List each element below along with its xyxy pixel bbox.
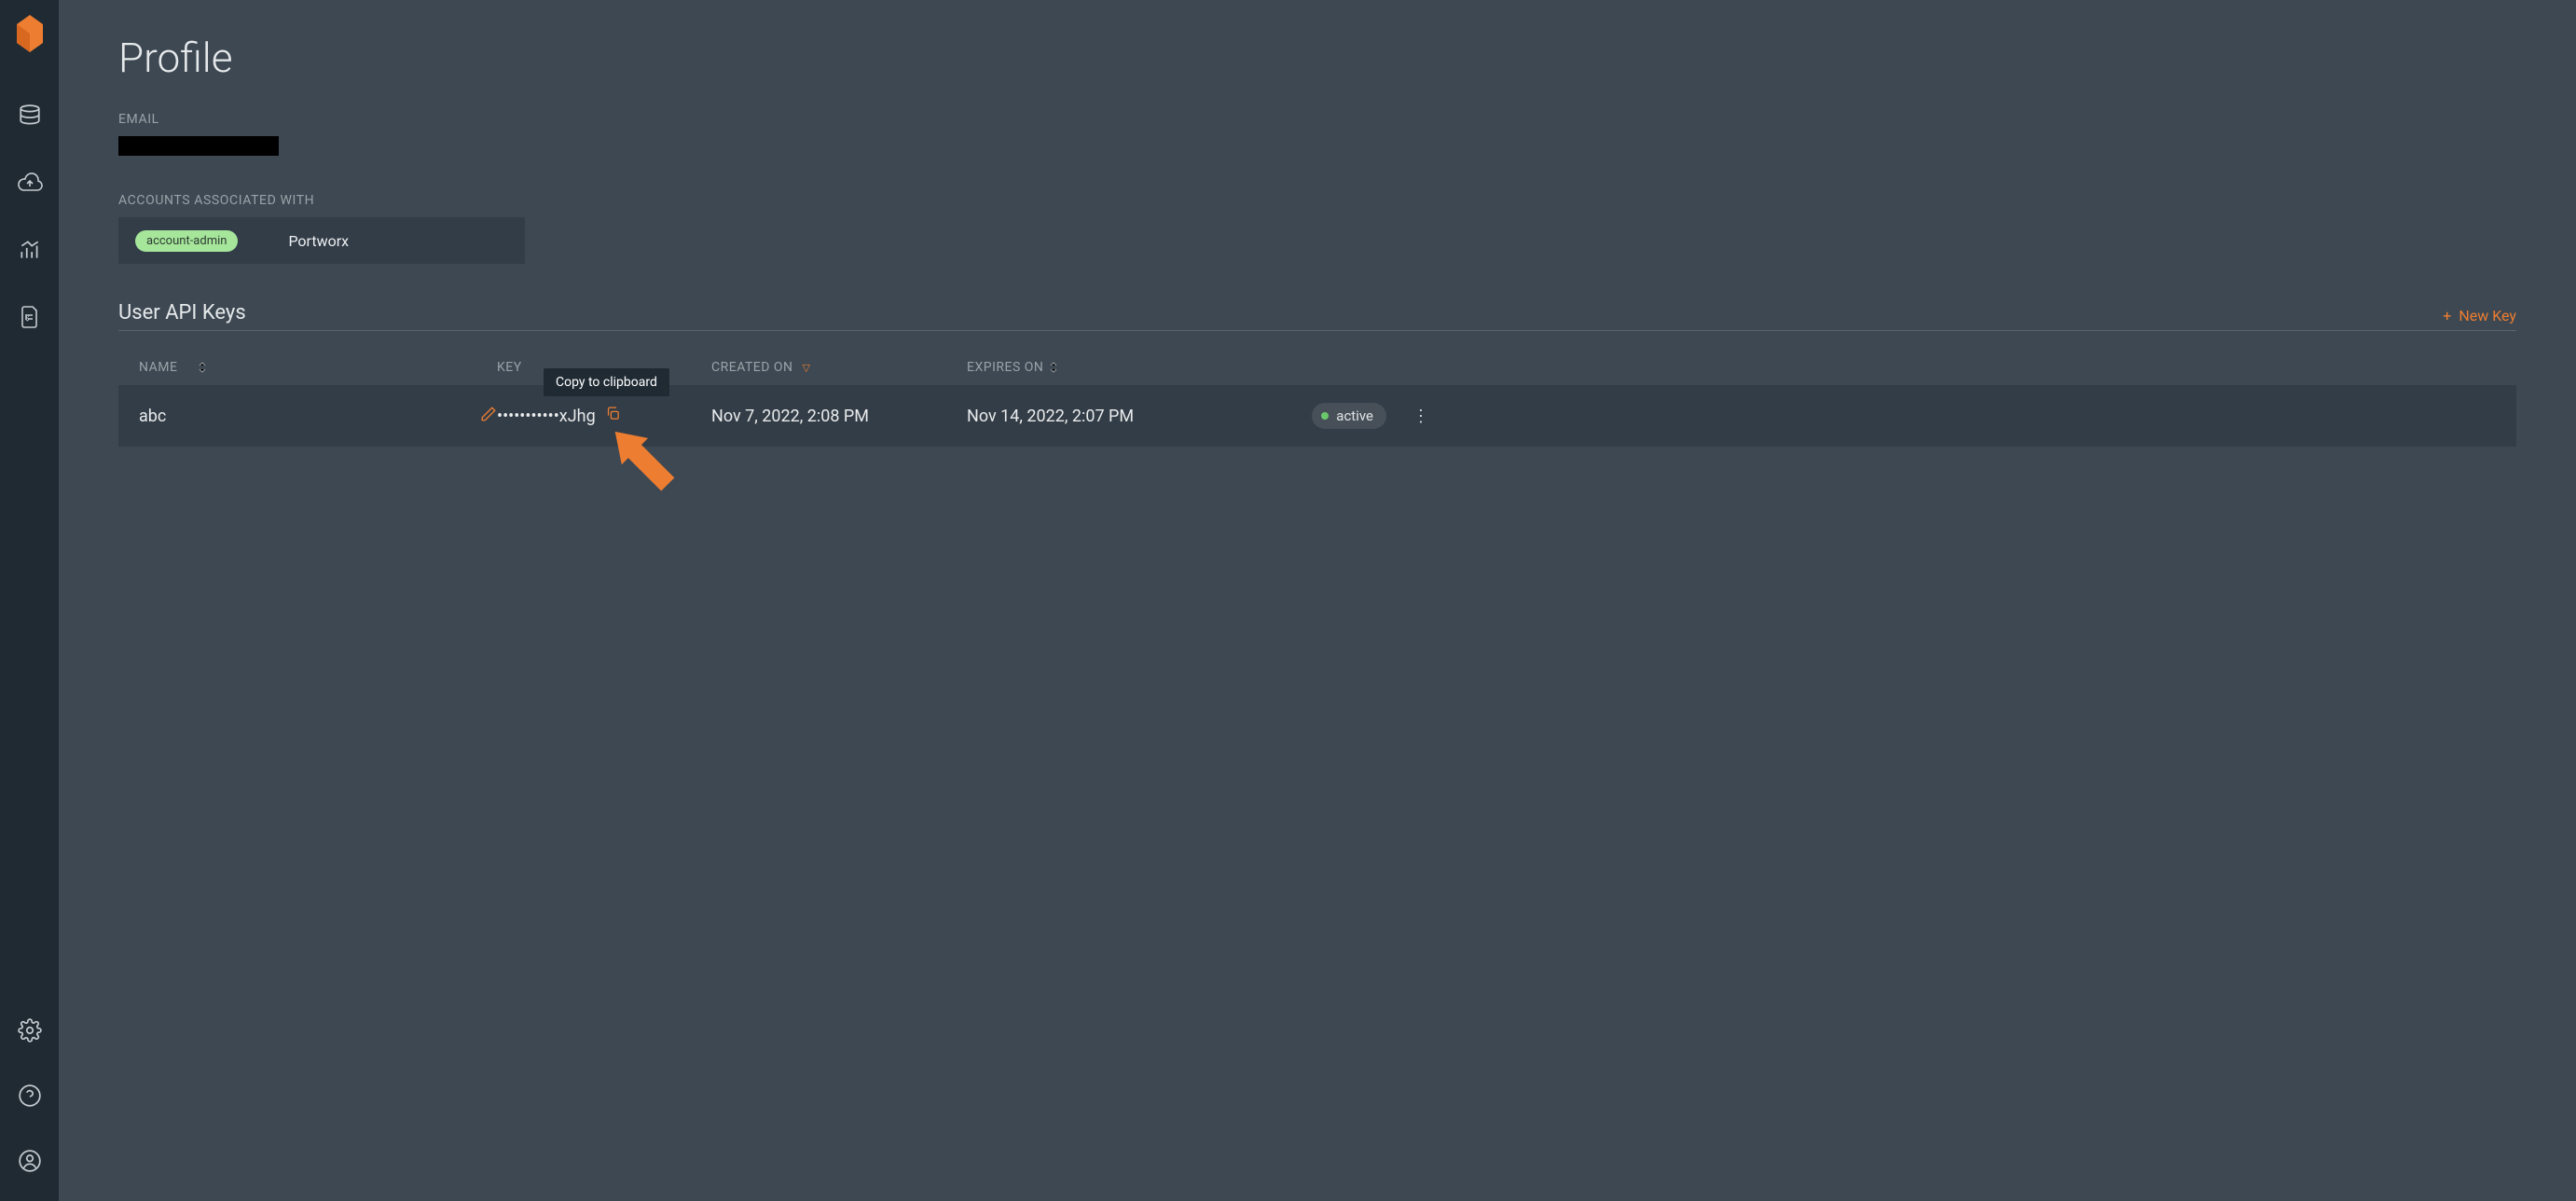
copy-tooltip: Copy to clipboard: [544, 368, 669, 396]
nav-profile[interactable]: [0, 1128, 59, 1194]
api-keys-title: User API Keys: [118, 301, 246, 324]
sidebar: $: [0, 0, 59, 1201]
email-label: EMAIL: [118, 112, 2516, 127]
table-row[interactable]: abc •••••••••••xJhg: [118, 385, 2516, 447]
new-key-label: New Key: [2459, 307, 2516, 324]
col-header-name[interactable]: NAME: [139, 360, 497, 375]
status-text: active: [1336, 407, 1373, 424]
more-icon[interactable]: ⋮: [1412, 407, 1429, 426]
main-content: Profile EMAIL ACCOUNTS ASSOCIATED WITH a…: [59, 0, 2576, 1201]
edit-icon[interactable]: [480, 406, 497, 427]
nav-cloud[interactable]: [0, 149, 59, 216]
account-name: Portworx: [288, 232, 349, 250]
annotation-arrow: [609, 415, 711, 508]
key-name: abc: [139, 407, 166, 426]
table-header-row: NAME KEY CREATED ON ▽ EXPIRES ON: [118, 350, 2516, 385]
api-keys-table: NAME KEY CREATED ON ▽ EXPIRES ON: [118, 350, 2516, 447]
divider: [118, 330, 2516, 331]
email-redacted: [118, 136, 279, 156]
app-logo[interactable]: [17, 15, 43, 56]
new-key-button[interactable]: + New Key: [2443, 307, 2516, 324]
col-header-expires[interactable]: EXPIRES ON: [967, 360, 1312, 375]
sort-desc-icon: ▽: [803, 362, 811, 374]
account-row[interactable]: account-admin Portworx: [118, 217, 525, 264]
role-pill: account-admin: [135, 230, 238, 252]
status-dot-icon: [1321, 412, 1329, 420]
nav-invoices[interactable]: $: [0, 283, 59, 351]
plus-icon: +: [2443, 309, 2451, 324]
sort-icon: [1049, 362, 1058, 373]
col-header-created[interactable]: CREATED ON ▽: [711, 360, 967, 375]
expires-on: Nov 14, 2022, 2:07 PM: [967, 407, 1312, 426]
nav-help[interactable]: [0, 1063, 59, 1128]
page-title: Profile: [118, 34, 2516, 82]
nav-analytics[interactable]: [0, 216, 59, 283]
svg-text:$: $: [25, 314, 30, 323]
nav-settings[interactable]: [0, 998, 59, 1063]
key-value: •••••••••••xJhg: [497, 407, 596, 426]
status-badge: active: [1312, 403, 1386, 429]
copy-icon[interactable]: [605, 406, 621, 426]
nav-databases[interactable]: [0, 82, 59, 149]
sort-icon: [198, 362, 207, 373]
created-on: Nov 7, 2022, 2:08 PM: [711, 407, 967, 426]
accounts-label: ACCOUNTS ASSOCIATED WITH: [118, 193, 2516, 208]
